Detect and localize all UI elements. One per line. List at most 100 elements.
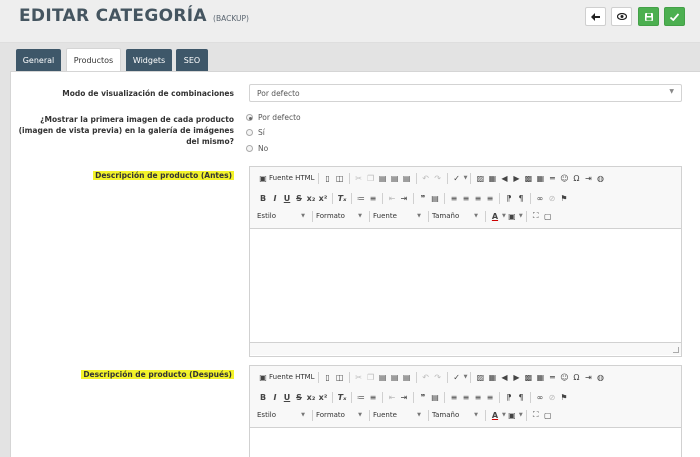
copy-icon[interactable]: ❐ — [365, 172, 377, 184]
justify-icon[interactable]: ≡ — [484, 391, 496, 403]
source-button[interactable]: Fuente HTML — [269, 373, 315, 381]
size-combo[interactable]: Tamaño ▼ — [432, 210, 482, 222]
link-icon[interactable]: ∞ — [534, 192, 546, 204]
copy-icon[interactable]: ❐ — [365, 371, 377, 383]
align-left-icon[interactable]: ≡ — [448, 192, 460, 204]
radio-no[interactable]: No — [246, 144, 268, 153]
superscript-icon[interactable]: x² — [317, 391, 329, 403]
format-combo[interactable]: Formato ▼ — [316, 409, 366, 421]
text-color-icon[interactable]: A — [489, 210, 501, 222]
undo-icon[interactable]: ↶ — [420, 172, 432, 184]
div-icon[interactable]: ▤ — [429, 391, 441, 403]
style-combo[interactable]: Estilo ▼ — [257, 210, 309, 222]
save-button[interactable] — [638, 7, 659, 26]
strike-icon[interactable]: S — [293, 391, 305, 403]
outdent-icon[interactable]: ⇤ — [386, 192, 398, 204]
anchor-flag-icon[interactable]: ⚑ — [558, 192, 570, 204]
undo-icon[interactable]: ↶ — [420, 371, 432, 383]
tab-seo[interactable]: SEO — [176, 49, 208, 71]
preview-button[interactable] — [611, 7, 632, 26]
unlink-icon[interactable]: ⊘ — [546, 391, 558, 403]
rtl-icon[interactable]: ¶ — [515, 192, 527, 204]
smiley-icon[interactable]: ☺ — [558, 371, 570, 383]
unlink-icon[interactable]: ⊘ — [546, 192, 558, 204]
paste-word-icon[interactable]: ▤ — [401, 172, 413, 184]
spellcheck-icon[interactable]: ✓ — [451, 371, 463, 383]
italic-icon[interactable]: I — [269, 192, 281, 204]
align-left-icon[interactable]: ≡ — [448, 391, 460, 403]
flash-icon[interactable]: ▦ — [486, 371, 498, 383]
image-icon[interactable]: ▨ — [474, 371, 486, 383]
numbered-list-icon[interactable]: ≔ — [355, 192, 367, 204]
remove-format-icon[interactable]: Tₓ — [336, 192, 348, 204]
show-blocks-icon[interactable]: ▢ — [542, 409, 554, 421]
preview-icon[interactable]: ◫ — [334, 172, 346, 184]
justify-icon[interactable]: ≡ — [484, 192, 496, 204]
style-combo[interactable]: Estilo ▼ — [257, 409, 309, 421]
align-right-icon[interactable]: ≡ — [472, 391, 484, 403]
text-color-icon[interactable]: A — [489, 409, 501, 421]
link-icon[interactable]: ∞ — [534, 391, 546, 403]
horizontal-rule-icon[interactable]: ═ — [546, 172, 558, 184]
indent-icon[interactable]: ⇥ — [398, 192, 410, 204]
strike-icon[interactable]: S — [293, 192, 305, 204]
iframe-icon[interactable]: ◍ — [594, 371, 606, 383]
media-icon[interactable]: ▩ — [522, 172, 534, 184]
paste-icon[interactable]: ▤ — [377, 371, 389, 383]
blockquote-icon[interactable]: ❞ — [417, 192, 429, 204]
font-combo[interactable]: Fuente ▼ — [373, 409, 425, 421]
audio-icon[interactable]: ◀ — [498, 172, 510, 184]
spellcheck-icon[interactable]: ✓ — [451, 172, 463, 184]
numbered-list-icon[interactable]: ≔ — [355, 391, 367, 403]
editor-content-area[interactable] — [250, 229, 681, 342]
ltr-icon[interactable]: ⁋ — [503, 192, 515, 204]
paste-icon[interactable]: ▤ — [377, 172, 389, 184]
underline-icon[interactable]: U — [281, 192, 293, 204]
paste-word-icon[interactable]: ▤ — [401, 371, 413, 383]
tab-widgets[interactable]: Widgets — [126, 49, 172, 71]
superscript-icon[interactable]: x² — [317, 192, 329, 204]
redo-icon[interactable]: ↷ — [432, 172, 444, 184]
flash-icon[interactable]: ▦ — [486, 172, 498, 184]
resize-grip-icon[interactable] — [673, 347, 679, 353]
display-mode-select[interactable]: Por defecto ▼ — [249, 84, 682, 102]
show-blocks-icon[interactable]: ▢ — [542, 210, 554, 222]
video-icon[interactable]: ▶ — [510, 371, 522, 383]
editor-content-area[interactable] — [250, 428, 681, 457]
ltr-icon[interactable]: ⁋ — [503, 391, 515, 403]
italic-icon[interactable]: I — [269, 391, 281, 403]
indent-icon[interactable]: ⇥ — [398, 391, 410, 403]
page-break-icon[interactable]: ⇥ — [582, 172, 594, 184]
format-combo[interactable]: Formato ▼ — [316, 210, 366, 222]
radio-si[interactable]: Sí — [246, 128, 265, 137]
maximize-icon[interactable]: ⛶ — [530, 409, 542, 421]
save-close-button[interactable] — [664, 7, 685, 26]
paste-text-icon[interactable]: ▤ — [389, 371, 401, 383]
anchor-flag-icon[interactable]: ⚑ — [558, 391, 570, 403]
table-icon[interactable]: ▦ — [534, 371, 546, 383]
cut-icon[interactable]: ✂ — [353, 172, 365, 184]
div-icon[interactable]: ▤ — [429, 192, 441, 204]
paste-text-icon[interactable]: ▤ — [389, 172, 401, 184]
maximize-icon[interactable]: ⛶ — [530, 210, 542, 222]
iframe-icon[interactable]: ◍ — [594, 172, 606, 184]
video-icon[interactable]: ▶ — [510, 172, 522, 184]
horizontal-rule-icon[interactable]: ═ — [546, 371, 558, 383]
remove-format-icon[interactable]: Tₓ — [336, 391, 348, 403]
special-char-icon[interactable]: Ω — [570, 371, 582, 383]
table-icon[interactable]: ▦ — [534, 172, 546, 184]
editor-after[interactable]: ▣ Fuente HTML ▯ ◫ ✂ ❐ ▤ ▤ ▤ ↶ ↷ ✓ ▼ ▨ ▦ ◀ ▶ ▩ ▦ ═ ☺ Ω ⇥ ◍ … — [249, 365, 682, 457]
image-icon[interactable]: ▨ — [474, 172, 486, 184]
align-right-icon[interactable]: ≡ — [472, 192, 484, 204]
cut-icon[interactable]: ✂ — [353, 371, 365, 383]
smiley-icon[interactable]: ☺ — [558, 172, 570, 184]
source-button[interactable]: Fuente HTML — [269, 174, 315, 182]
rtl-icon[interactable]: ¶ — [515, 391, 527, 403]
bold-icon[interactable]: B — [257, 391, 269, 403]
blockquote-icon[interactable]: ❞ — [417, 391, 429, 403]
page-break-icon[interactable]: ⇥ — [582, 371, 594, 383]
bold-icon[interactable]: B — [257, 192, 269, 204]
media-icon[interactable]: ▩ — [522, 371, 534, 383]
audio-icon[interactable]: ◀ — [498, 371, 510, 383]
editor-before[interactable]: ▣ Fuente HTML ▯ ◫ ✂ ❐ ▤ ▤ ▤ ↶ ↷ ✓ ▼ ▨ ▦ ◀ ▶ ▩ ▦ ═ ☺ Ω ⇥ ◍ … — [249, 166, 682, 357]
